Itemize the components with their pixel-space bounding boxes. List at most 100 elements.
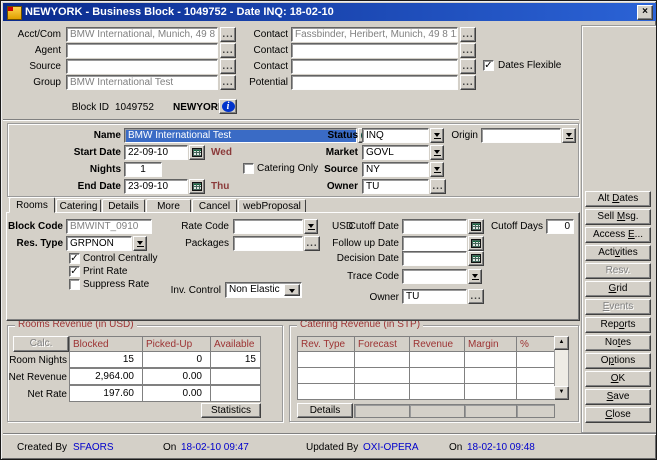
status-field[interactable]: INQ	[362, 128, 429, 143]
activities-button[interactable]: Activities	[585, 245, 651, 261]
print-rate-checkbox[interactable]: ✓	[69, 266, 80, 277]
res-type-dropdown-button[interactable]	[133, 236, 147, 251]
tab-cancel[interactable]: Cancel	[192, 199, 237, 213]
rate-code-dropdown-button[interactable]	[304, 219, 318, 234]
options-button[interactable]: Options	[585, 353, 651, 369]
follow-up-date-field[interactable]	[402, 236, 467, 251]
packages-field[interactable]	[233, 236, 303, 251]
rate-code-field[interactable]	[233, 219, 303, 234]
contact3-field[interactable]	[291, 59, 458, 74]
col-picked-up: Picked-Up	[142, 336, 211, 352]
source2-label: Source	[301, 162, 358, 177]
cutoff-date-calendar-button[interactable]	[468, 219, 484, 234]
calendar-icon	[471, 239, 481, 248]
acct-com-field[interactable]: BMW International, Munich, 49 8 215 6	[66, 27, 218, 42]
catering-cell	[516, 351, 555, 368]
access-e-button[interactable]: Access E...	[585, 227, 651, 243]
grid-button[interactable]: Grid	[585, 281, 651, 297]
contact1-lov-button[interactable]: ...	[460, 27, 476, 42]
details-button[interactable]: Details	[297, 403, 353, 418]
calc-button[interactable]: Calc.	[13, 336, 69, 352]
agent-field[interactable]	[66, 43, 218, 58]
title-bar[interactable]: NEWYORK - Business Block - 1049752 - Dat…	[3, 3, 656, 21]
close-button[interactable]: Close	[585, 407, 651, 423]
reports-button[interactable]: Reports	[585, 317, 651, 333]
group-lov-button[interactable]: ...	[220, 75, 236, 90]
follow-up-calendar-button[interactable]	[468, 236, 484, 251]
catering-cell	[464, 367, 517, 384]
acct-com-lov-button[interactable]: ...	[220, 27, 236, 42]
contact1-field[interactable]: Fassbinder, Heribert, Munich, 49 8 125	[291, 27, 458, 42]
decision-date-field[interactable]	[402, 251, 467, 266]
source-lov-button[interactable]: ...	[220, 59, 236, 74]
dates-flexible-label: Dates Flexible	[498, 59, 561, 72]
close-window-button[interactable]: ×	[637, 5, 653, 20]
packages-lov-button[interactable]: ...	[304, 236, 320, 251]
tab-owner-field[interactable]: TU	[402, 289, 467, 304]
end-date-calendar-button[interactable]	[189, 179, 205, 194]
catering-cell	[354, 367, 410, 384]
source-field[interactable]	[66, 59, 218, 74]
potential-field[interactable]	[291, 75, 458, 90]
combo-arrow-button[interactable]	[284, 284, 300, 296]
dates-flexible-checkbox[interactable]: ✓	[483, 60, 494, 71]
source-dropdown-button[interactable]	[430, 162, 444, 177]
start-date-calendar-button[interactable]	[189, 145, 205, 160]
tab-details[interactable]: Details	[102, 199, 145, 213]
tab-webproposal[interactable]: webProposal	[238, 199, 306, 213]
tab-catering[interactable]: Catering	[56, 199, 101, 213]
scroll-down-button[interactable]: ▼	[554, 386, 569, 400]
cutoff-days-field[interactable]: 0	[546, 219, 574, 234]
potential-lov-button[interactable]: ...	[460, 75, 476, 90]
catering-only-checkbox[interactable]	[243, 163, 254, 174]
scroll-up-button[interactable]: ▲	[554, 336, 569, 350]
resv-button[interactable]: Resv.	[585, 263, 651, 279]
statusbar-separator	[3, 433, 656, 435]
market-dropdown-button[interactable]	[430, 145, 444, 160]
suppress-rate-label: Suppress Rate	[83, 278, 149, 291]
block-code-field[interactable]: BMWINT_0910	[66, 219, 152, 234]
notes-button[interactable]: Notes	[585, 335, 651, 351]
owner-lov-button[interactable]: ...	[430, 179, 446, 194]
trace-code-dropdown-button[interactable]	[468, 269, 482, 284]
catering-cell	[409, 367, 465, 384]
start-date-field[interactable]: 22-09-10	[124, 145, 188, 160]
save-button[interactable]: Save	[585, 389, 651, 405]
events-button[interactable]: Events	[585, 299, 651, 315]
net-rate-available	[210, 385, 261, 402]
contact3-lov-button[interactable]: ...	[460, 59, 476, 74]
suppress-rate-checkbox[interactable]	[69, 279, 80, 290]
tab-more[interactable]: More	[146, 199, 191, 213]
calendar-icon	[471, 222, 481, 231]
inv-control-combo[interactable]: Non Elastic	[225, 282, 302, 298]
res-type-field[interactable]: GRPNON	[66, 236, 132, 251]
start-date-weekday: Wed	[211, 145, 232, 160]
statistics-button[interactable]: Statistics	[201, 403, 261, 418]
agent-lov-button[interactable]: ...	[220, 43, 236, 58]
cutoff-date-field[interactable]	[402, 219, 467, 234]
source2-field[interactable]: NY	[362, 162, 429, 177]
control-centrally-checkbox[interactable]: ✓	[69, 253, 80, 264]
origin-field[interactable]	[481, 128, 561, 143]
ellipsis-icon: ...	[222, 45, 233, 56]
owner-field[interactable]: TU	[362, 179, 429, 194]
ok-button[interactable]: OK	[585, 371, 651, 387]
res-type-label: Res. Type	[1, 236, 63, 251]
origin-dropdown-button[interactable]	[562, 128, 576, 143]
contact2-lov-button[interactable]: ...	[460, 43, 476, 58]
catering-total-cell	[516, 404, 555, 418]
tab-owner-lov-button[interactable]: ...	[468, 289, 484, 304]
alt-dates-button[interactable]: Alt Dates	[585, 191, 651, 207]
dropdown-icon	[137, 241, 143, 245]
tab-rooms[interactable]: Rooms	[9, 197, 55, 213]
trace-code-field[interactable]	[402, 269, 467, 284]
market-field[interactable]: GOVL	[362, 145, 429, 160]
block-info-button[interactable]: i	[219, 99, 237, 114]
group-field[interactable]: BMW International Test	[66, 75, 218, 90]
end-date-field[interactable]: 23-09-10	[124, 179, 188, 194]
nights-field[interactable]: 1	[124, 162, 162, 177]
contact2-field[interactable]	[291, 43, 458, 58]
decision-calendar-button[interactable]	[468, 251, 484, 266]
catering-cell	[464, 383, 517, 400]
sell-msg-button[interactable]: Sell Msg.	[585, 209, 651, 225]
